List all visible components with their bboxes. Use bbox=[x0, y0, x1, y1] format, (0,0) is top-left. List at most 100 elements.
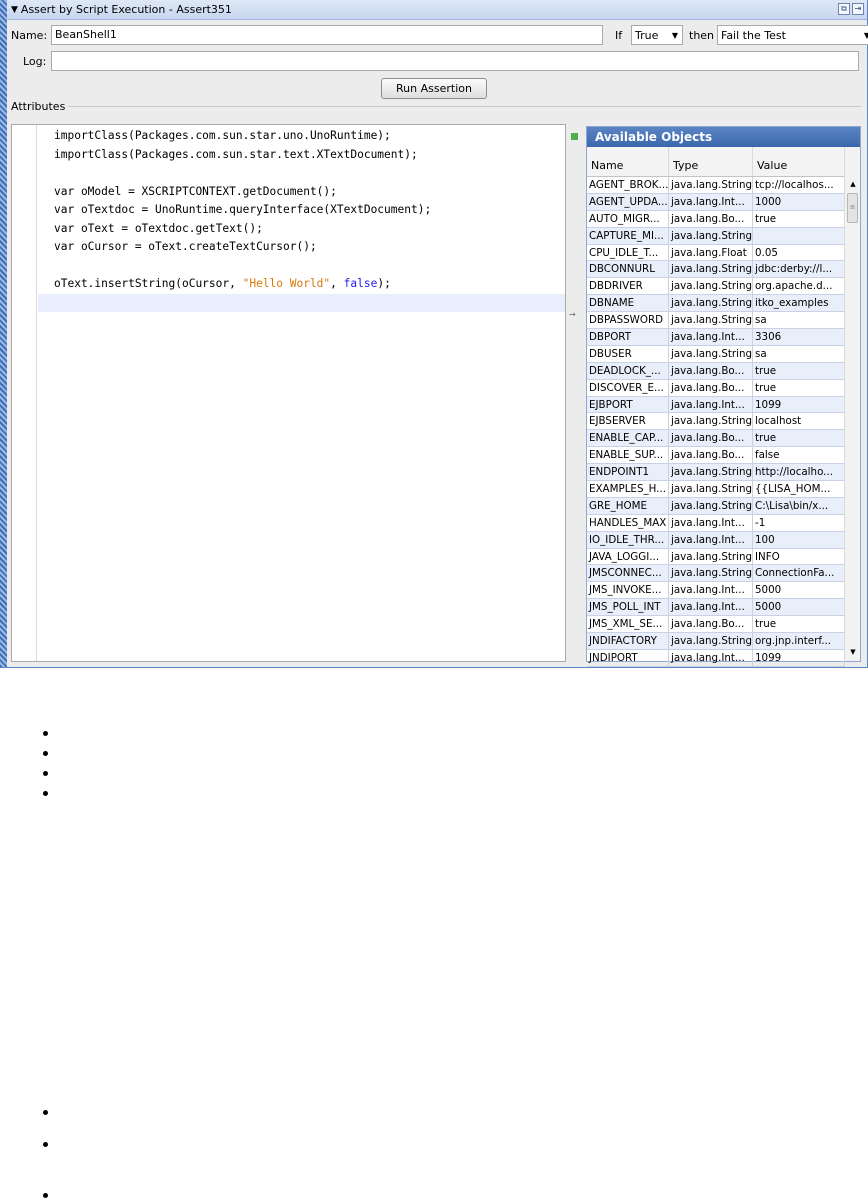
table-row[interactable]: CPU_IDLE_T... java.lang.Float 0.05 bbox=[587, 244, 845, 262]
cell-type: java.lang.String bbox=[671, 261, 753, 278]
script-editor[interactable]: importClass(Packages.com.sun.star.uno.Un… bbox=[11, 124, 566, 662]
name-field[interactable]: BeanShell1 bbox=[51, 25, 603, 45]
code-line[interactable]: var oTextdoc = UnoRuntime.queryInterface… bbox=[38, 201, 565, 220]
code-line[interactable]: var oModel = XSCRIPTCONTEXT.getDocument(… bbox=[38, 183, 565, 202]
scroll-down-icon[interactable]: ▼ bbox=[845, 645, 861, 659]
table-row[interactable]: JMS_POLL_INT java.lang.Int... 5000 bbox=[587, 599, 845, 617]
panel-titlebar: ▼ Assert by Script Execution - Assert351… bbox=[7, 0, 867, 20]
cell-type: java.lang.String bbox=[671, 278, 753, 295]
cell-value: ConnectionFa... bbox=[753, 565, 845, 582]
log-field[interactable] bbox=[51, 51, 859, 71]
cell-type: java.lang.Bo... bbox=[669, 430, 753, 447]
table-row[interactable]: IO_IDLE_THR... java.lang.Int... 100 bbox=[587, 531, 845, 549]
table-row[interactable]: DBUSER java.lang.String sa bbox=[587, 345, 845, 363]
code-line[interactable]: var oCursor = oText.createTextCursor(); bbox=[38, 238, 565, 257]
table-row[interactable]: JNDIFACTORY java.lang.String org.jnp.inter… bbox=[587, 633, 845, 650]
table-row[interactable]: JAVA_LOGGI... java.lang.String INFO bbox=[587, 548, 845, 566]
column-header-value[interactable]: Value bbox=[753, 147, 845, 176]
cell-name: DEADLOCK_... bbox=[587, 362, 669, 379]
cell-value: 1099 bbox=[753, 649, 845, 666]
cell-type: java.lang.String bbox=[671, 177, 753, 193]
table-row[interactable]: EXAMPLES_H... java.lang.String {{LISA_HOM.… bbox=[587, 481, 845, 498]
table-row[interactable]: AGENT_UPDA... java.lang.Int... 1000 bbox=[587, 193, 845, 211]
cell-type: java.lang.String bbox=[671, 345, 753, 362]
table-row[interactable]: CAPTURE_MI... java.lang.String bbox=[587, 227, 845, 245]
table-row[interactable]: JMSCONNEC... java.lang.String ConnectionFa… bbox=[587, 565, 845, 583]
assertion-panel: ▼ Assert by Script Execution - Assert351… bbox=[0, 0, 868, 668]
available-objects-panel: Available Objects Name Type Value AGENT_… bbox=[586, 126, 861, 667]
code-token: , bbox=[330, 277, 344, 290]
code-line[interactable] bbox=[38, 257, 565, 276]
table-row[interactable]: EJBSERVER java.lang.String localhost bbox=[587, 413, 845, 431]
code-line[interactable] bbox=[38, 164, 565, 183]
scroll-up-icon[interactable]: ▲ bbox=[845, 177, 861, 191]
table-row[interactable]: ENABLE_CAP... java.lang.Bo... true bbox=[587, 430, 845, 448]
then-action-select[interactable]: Fail the Test ▼ bbox=[717, 25, 868, 45]
cell-type: java.lang.Bo... bbox=[669, 362, 753, 379]
cell-name: GRE_HOME bbox=[587, 497, 669, 514]
objects-table-body: AGENT_BROK... java.lang.String tcp://local… bbox=[587, 177, 845, 667]
table-row[interactable]: DBPORT java.lang.Int... 3306 bbox=[587, 329, 845, 346]
cell-value: false bbox=[753, 447, 845, 464]
cell-name: DBUSER bbox=[587, 345, 669, 362]
cell-type: java.lang.Int... bbox=[669, 531, 753, 548]
cell-name: DISCOVER_E... bbox=[587, 379, 669, 396]
bullet-point bbox=[43, 1193, 48, 1198]
scroll-thumb[interactable]: ≡ bbox=[847, 193, 858, 223]
code-line[interactable]: oText.insertString(oCursor, "Hello World… bbox=[38, 275, 565, 294]
code-line[interactable] bbox=[38, 293, 565, 312]
column-header-type[interactable]: Type bbox=[669, 147, 753, 176]
code-line[interactable]: importClass(Packages.com.sun.star.uno.Un… bbox=[38, 127, 565, 146]
column-header-name[interactable]: Name bbox=[587, 147, 669, 176]
table-row[interactable]: AGENT_BROK... java.lang.String tcp://local… bbox=[587, 177, 845, 194]
cell-value bbox=[753, 227, 845, 244]
cell-name: JMS_INVOKE... bbox=[587, 582, 669, 599]
undock-icon[interactable]: ⧉ bbox=[838, 3, 850, 15]
table-row[interactable]: DBCONNURL java.lang.String jdbc:derby://l.… bbox=[587, 261, 845, 279]
bullet-point bbox=[43, 731, 48, 736]
table-row[interactable]: EJBPORT java.lang.Int... 1099 bbox=[587, 396, 845, 414]
triangle-down-icon[interactable]: ▼ bbox=[11, 5, 18, 15]
pin-icon[interactable]: ⇥ bbox=[852, 3, 864, 15]
cell-type: java.lang.String bbox=[671, 413, 753, 430]
cell-value: itko_examples bbox=[753, 295, 845, 312]
cell-name: DBPORT bbox=[587, 329, 669, 345]
table-row[interactable]: DBPASSWORD java.lang.String sa bbox=[587, 312, 845, 330]
code-area[interactable]: importClass(Packages.com.sun.star.uno.Un… bbox=[38, 125, 565, 661]
table-row[interactable]: JMS_INVOKE... java.lang.Int... 5000 bbox=[587, 582, 845, 600]
bullet-point bbox=[43, 1142, 48, 1147]
bullet-point bbox=[43, 771, 48, 776]
cell-name: AGENT_UPDA... bbox=[589, 193, 669, 210]
cell-value: true bbox=[753, 616, 845, 633]
cell-name: JMS_POLL_INT bbox=[587, 599, 669, 616]
cell-name: AGENT_BROK... bbox=[589, 177, 669, 193]
if-condition-select[interactable]: True ▼ bbox=[631, 25, 683, 45]
table-row[interactable]: ENDPOINT1 java.lang.String http://localho.… bbox=[587, 464, 845, 482]
code-line[interactable]: importClass(Packages.com.sun.star.text.X… bbox=[38, 146, 565, 165]
cell-type: java.lang.String bbox=[671, 227, 753, 244]
chevron-down-icon: ▼ bbox=[863, 31, 868, 40]
code-line[interactable]: var oText = oTextdoc.getText(); bbox=[38, 220, 565, 239]
cell-type: java.lang.Int... bbox=[669, 329, 753, 345]
cell-name: ENABLE_CAP... bbox=[587, 430, 669, 447]
cell-type: java.lang.String bbox=[671, 464, 753, 481]
table-row[interactable]: DBDRIVER java.lang.String org.apache.d... bbox=[587, 278, 845, 296]
table-row[interactable]: AUTO_MIGR... java.lang.Bo... true bbox=[587, 210, 845, 228]
table-row[interactable]: GRE_HOME java.lang.String C:\Lisa\bin/x... bbox=[587, 497, 845, 515]
table-row[interactable]: ENABLE_SUP... java.lang.Bo... false bbox=[587, 447, 845, 465]
cell-value: true bbox=[753, 362, 845, 379]
status-marker-icon bbox=[571, 133, 578, 140]
table-row[interactable]: HANDLES_MAX java.lang.Int... -1 bbox=[587, 514, 845, 532]
table-row[interactable]: JNDIPORT java.lang.Int... 1099 bbox=[587, 649, 845, 667]
run-assertion-button[interactable]: Run Assertion bbox=[381, 78, 487, 99]
cell-value: 0.05 bbox=[753, 244, 845, 261]
cell-name: EJBSERVER bbox=[587, 413, 669, 430]
table-row[interactable]: DEADLOCK_... java.lang.Bo... true bbox=[587, 362, 845, 380]
table-row[interactable]: JMS_XML_SE... java.lang.Bo... true bbox=[587, 616, 845, 634]
table-row[interactable]: DISCOVER_E... java.lang.Bo... true bbox=[587, 379, 845, 397]
cell-type: java.lang.String bbox=[671, 312, 753, 329]
objects-scrollbar[interactable]: ▲ ≡ ▼ bbox=[844, 147, 860, 661]
cell-value: sa bbox=[753, 312, 845, 329]
table-row[interactable]: DBNAME java.lang.String itko_examples bbox=[587, 295, 845, 313]
then-label: then bbox=[689, 28, 715, 42]
